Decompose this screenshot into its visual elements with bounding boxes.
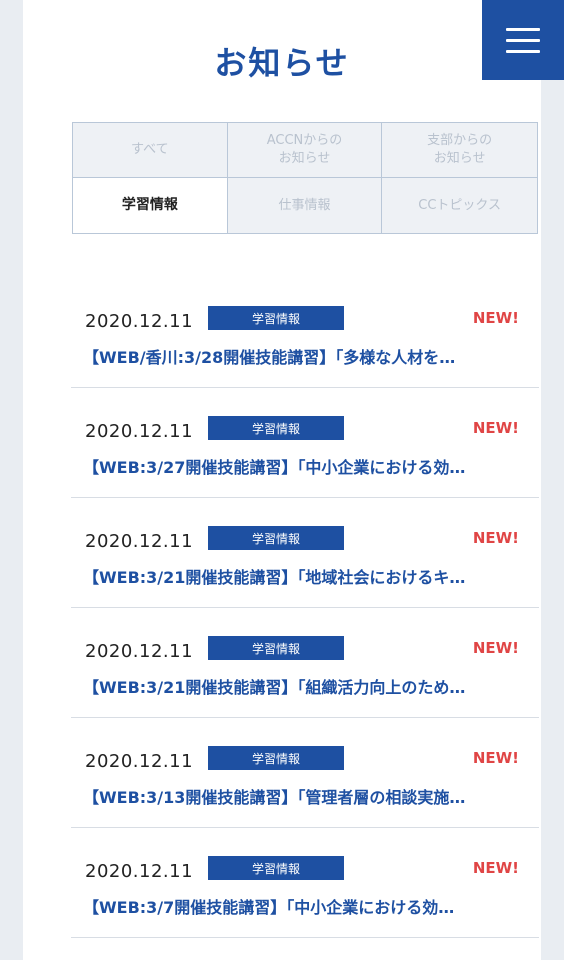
category-badge: 学習情報 (208, 526, 344, 550)
hamburger-menu-icon (506, 27, 540, 31)
news-date: 2020.12.11 (85, 531, 194, 552)
category-tabs: すべて ACCNからの お知らせ 支部からの お知らせ 学習情報 仕事情報 CC… (72, 122, 538, 234)
news-title-link[interactable]: 【WEB:3/13開催技能講習】「管理者層の相談実施… (83, 784, 523, 808)
new-badge: NEW! (472, 309, 519, 327)
hamburger-menu-button[interactable] (482, 0, 564, 80)
news-title-link[interactable]: 【WEB:3/7開催技能講習】「中小企業における効… (83, 894, 523, 918)
news-item[interactable]: 2020.12.11 学習情報 NEW! 【WEB:3/27開催技能講習】「中小… (71, 388, 539, 498)
news-date: 2020.12.11 (85, 751, 194, 772)
page-container: お知らせ すべて ACCNからの お知らせ 支部からの お知らせ 学習情報 仕事… (23, 0, 541, 960)
category-badge: 学習情報 (208, 306, 344, 330)
new-badge: NEW! (472, 529, 519, 547)
tab-learning-info[interactable]: 学習情報 (73, 178, 228, 233)
news-title-link[interactable]: 【WEB:3/21開催技能講習】「組織活力向上のため… (83, 674, 523, 698)
category-badge: 学習情報 (208, 636, 344, 660)
news-title-link[interactable]: 【WEB:3/21開催技能講習】「地域社会におけるキ… (83, 564, 523, 588)
news-item[interactable]: 2020.12.11 学習情報 NEW! 【WEB:3/21開催技能講習】「地域… (71, 498, 539, 608)
news-date: 2020.12.11 (85, 311, 194, 332)
news-title-link[interactable]: 【WEB/香川:3/28開催技能講習】「多様な人材を… (83, 344, 523, 368)
news-date: 2020.12.11 (85, 421, 194, 442)
category-badge: 学習情報 (208, 746, 344, 770)
news-item[interactable]: 2020.12.11 学習情報 NEW! 【WEB/香川:3/28開催技能講習】… (71, 278, 539, 388)
new-badge: NEW! (472, 639, 519, 657)
tab-branch-news[interactable]: 支部からの お知らせ (382, 123, 537, 178)
new-badge: NEW! (472, 419, 519, 437)
tab-accn-news[interactable]: ACCNからの お知らせ (227, 123, 383, 178)
news-item[interactable]: 2020.12.11 学習情報 NEW! 【WEB:3/21開催技能講習】「組織… (71, 608, 539, 718)
news-item[interactable]: 2020.12.11 学習情報 NEW! 【WEB:3/13開催技能講習】「管理… (71, 718, 539, 828)
new-badge: NEW! (472, 859, 519, 877)
hamburger-menu-icon (506, 49, 540, 53)
news-title-link[interactable]: 【WEB:3/27開催技能講習】「中小企業における効… (83, 454, 523, 478)
news-date: 2020.12.11 (85, 641, 194, 662)
hamburger-menu-icon (506, 38, 540, 42)
tab-all[interactable]: すべて (73, 123, 228, 178)
news-item[interactable]: 2020.12.11 学習情報 NEW! 【WEB:3/7開催技能講習】「中小企… (71, 828, 539, 938)
news-date: 2020.12.11 (85, 861, 194, 882)
new-badge: NEW! (472, 749, 519, 767)
page-title: お知らせ (214, 44, 350, 82)
tab-job-info[interactable]: 仕事情報 (227, 178, 383, 233)
category-badge: 学習情報 (208, 856, 344, 880)
tab-cc-topics[interactable]: CCトピックス (382, 178, 537, 233)
category-badge: 学習情報 (208, 416, 344, 440)
news-list: 2020.12.11 学習情報 NEW! 【WEB/香川:3/28開催技能講習】… (71, 278, 539, 938)
